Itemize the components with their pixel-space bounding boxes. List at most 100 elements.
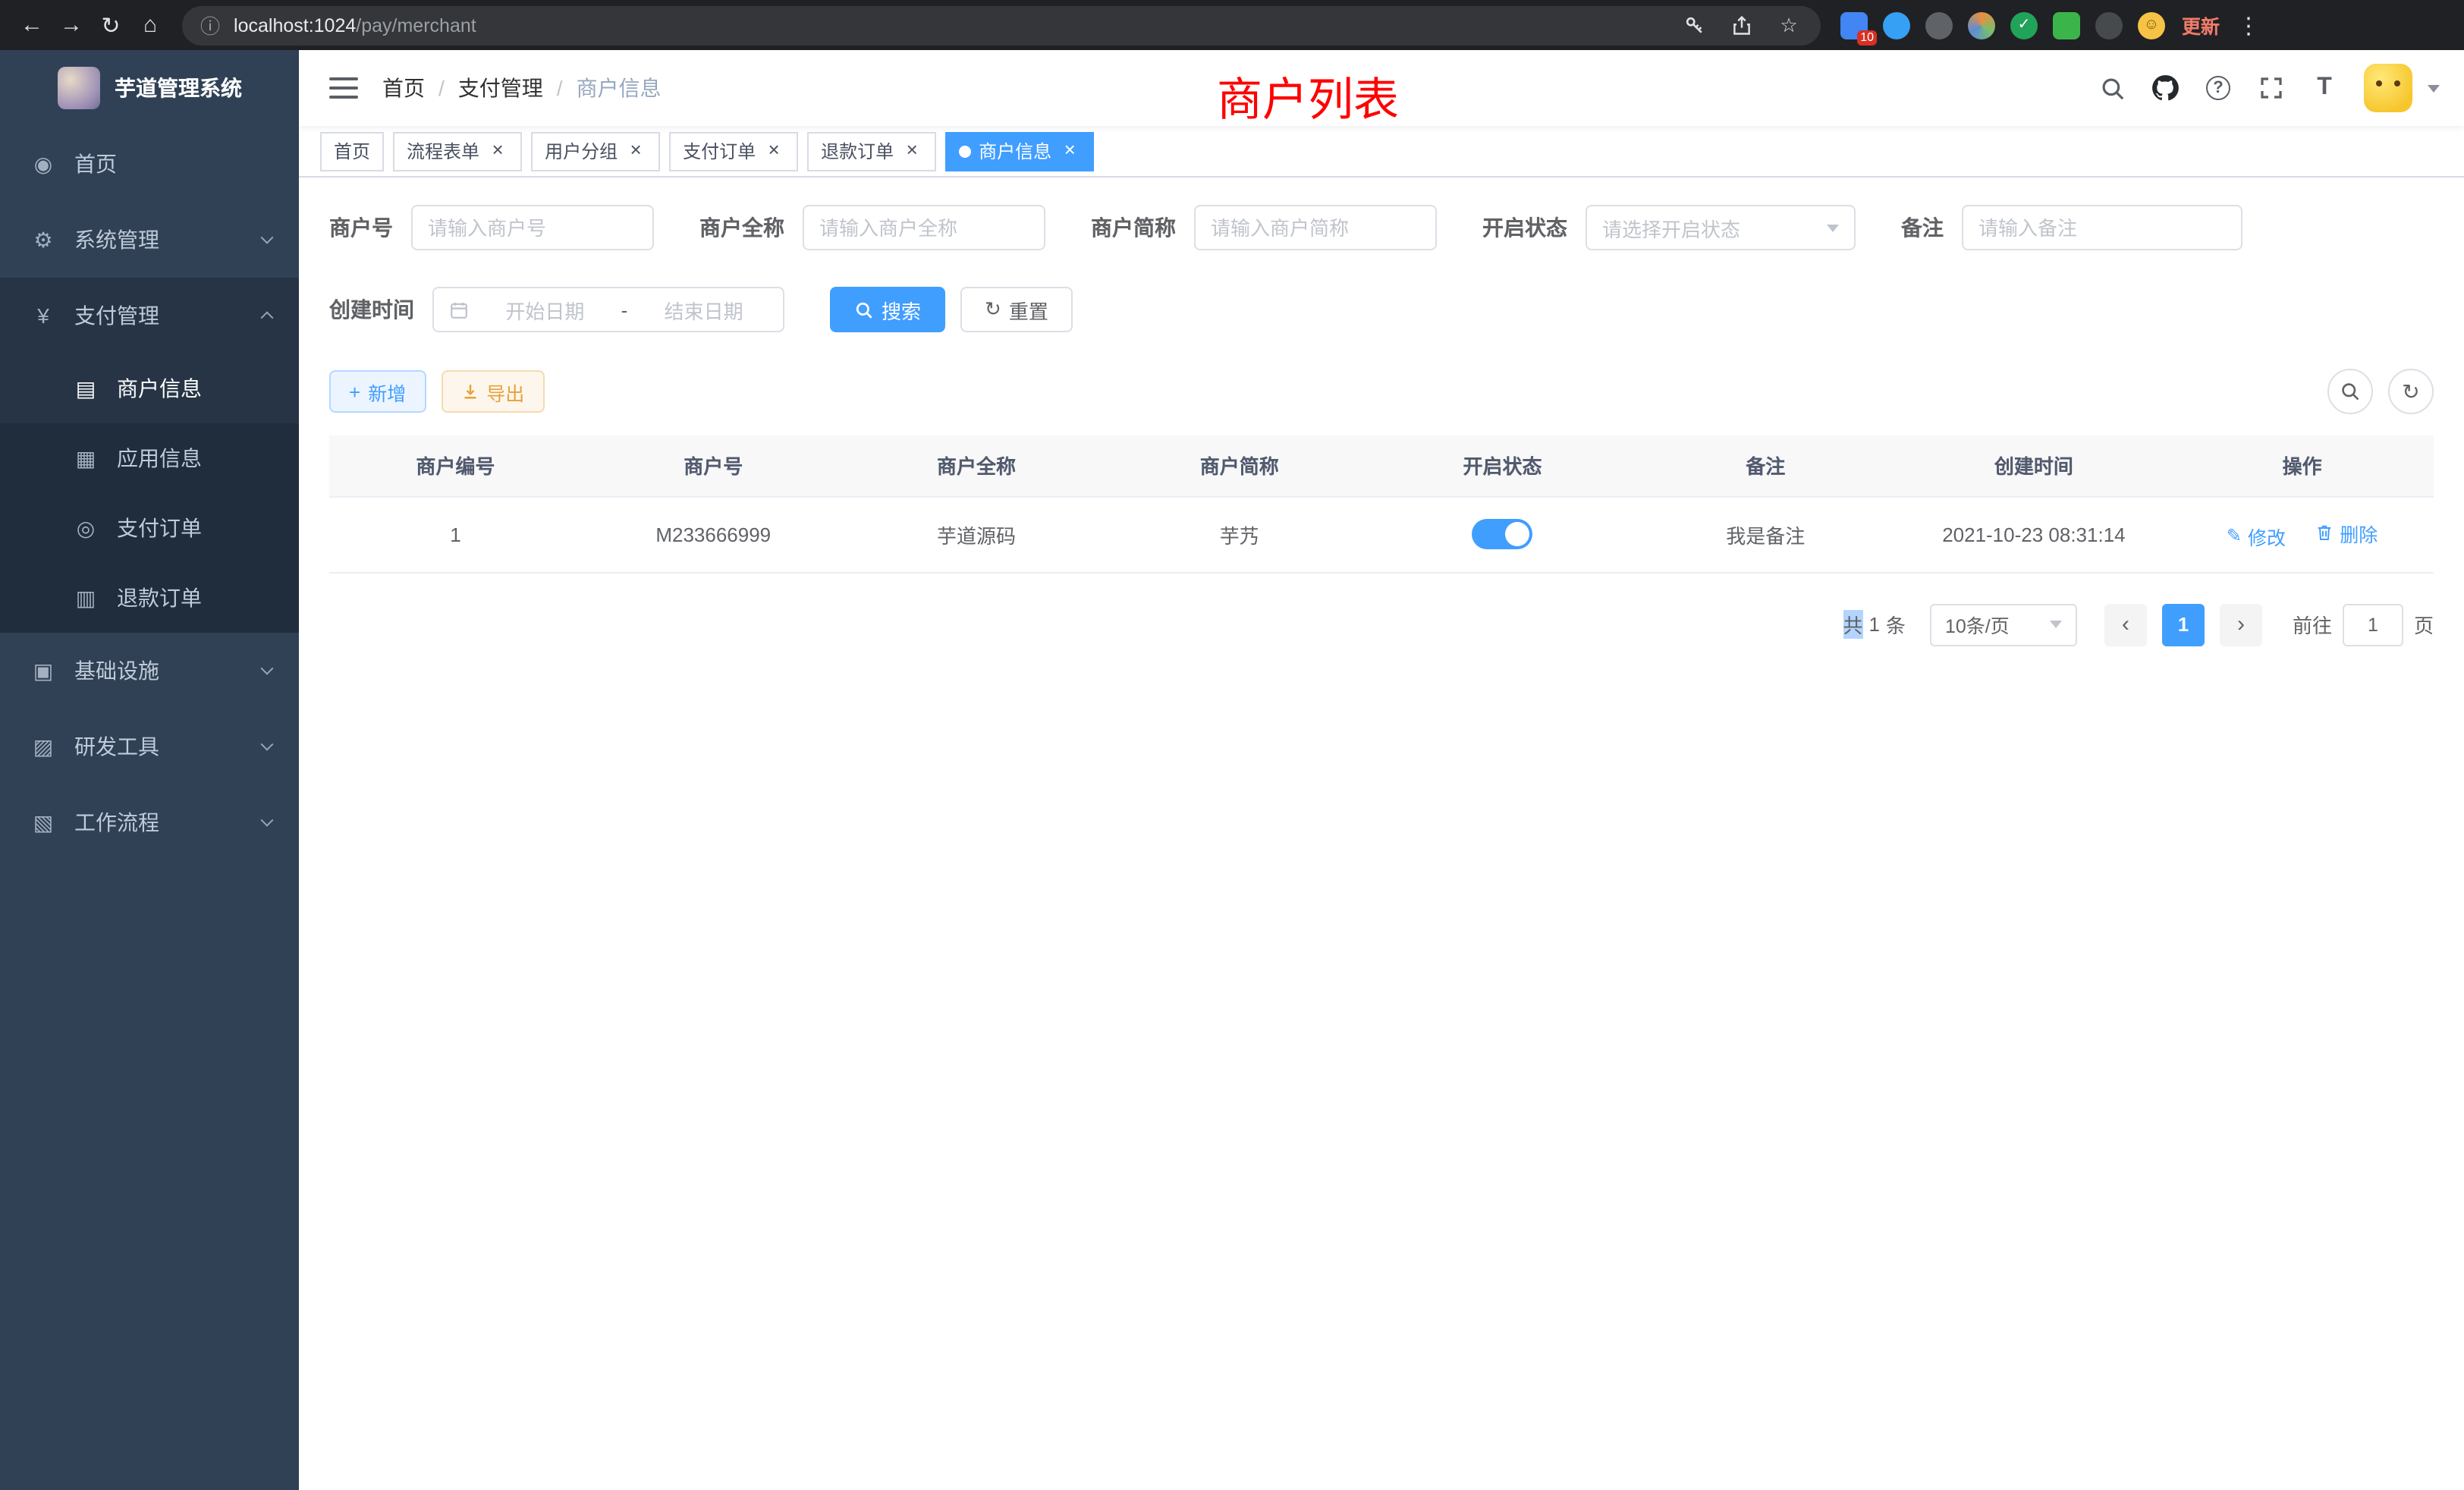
- extension-icon-1[interactable]: 10: [1840, 11, 1868, 39]
- close-icon[interactable]: ×: [763, 140, 784, 162]
- extension-icon-5[interactable]: [2053, 11, 2080, 39]
- page-1-button[interactable]: 1: [2162, 603, 2205, 646]
- address-bar[interactable]: ⓘ localhost:1024/pay/merchant ☆: [182, 5, 1821, 45]
- hamburger-icon[interactable]: [329, 77, 358, 99]
- sidebar-item-workflow[interactable]: ▧ 工作流程: [0, 784, 299, 860]
- tag-label: 支付订单: [683, 138, 756, 164]
- search-icon: [2340, 381, 2361, 402]
- close-icon[interactable]: ×: [901, 140, 922, 162]
- browser-menu-icon[interactable]: ⋮: [2229, 5, 2268, 45]
- status-toggle[interactable]: [1472, 519, 1533, 549]
- font-size-icon[interactable]: T: [2305, 68, 2344, 108]
- cell-status: [1371, 496, 1634, 572]
- sidebar-item-dev-tools[interactable]: ▨ 研发工具: [0, 709, 299, 784]
- refresh-icon: ↻: [2402, 379, 2419, 404]
- help-icon[interactable]: ?: [2198, 68, 2238, 108]
- export-button[interactable]: 导出: [441, 370, 544, 413]
- close-icon[interactable]: ×: [487, 140, 508, 162]
- pagination-total: 共 1 条: [1843, 610, 1906, 639]
- back-icon[interactable]: ←: [12, 5, 52, 45]
- sidebar-item-infrastructure[interactable]: ▣ 基础设施: [0, 633, 299, 709]
- delete-link[interactable]: 删除: [2315, 518, 2378, 547]
- extension-icon-3[interactable]: [1925, 11, 1953, 39]
- close-icon[interactable]: ×: [625, 140, 646, 162]
- short-name-input[interactable]: [1194, 205, 1437, 250]
- cell-actions: ✎修改 删除: [2170, 496, 2434, 572]
- navbar-actions: ? T: [2092, 64, 2440, 112]
- extension-icon-7[interactable]: ☺: [2138, 11, 2165, 39]
- search-button[interactable]: 搜索: [830, 287, 945, 332]
- chevron-down-icon: [261, 814, 274, 827]
- sidebar-item-app-info[interactable]: ▦ 应用信息: [0, 423, 299, 493]
- breadcrumb-separator: /: [438, 76, 445, 100]
- create-time-range-picker[interactable]: 开始日期 - 结束日期: [432, 287, 784, 332]
- tag-refund-order[interactable]: 退款订单×: [807, 131, 936, 171]
- extension-icon-6[interactable]: [2095, 11, 2123, 39]
- password-key-icon[interactable]: [1681, 11, 1708, 39]
- col-actions: 操作: [2170, 435, 2434, 496]
- start-date-input[interactable]: 开始日期: [481, 295, 609, 324]
- trash-icon: [2315, 523, 2334, 542]
- tag-process-form[interactable]: 流程表单 ×: [393, 131, 522, 171]
- chevron-down-icon: [1827, 224, 1839, 231]
- refresh-icon: ↻: [985, 297, 1001, 322]
- goto-page-input[interactable]: [2343, 603, 2403, 646]
- tag-pay-order[interactable]: 支付订单 ×: [669, 131, 798, 171]
- reset-button[interactable]: ↻ 重置: [960, 287, 1073, 332]
- tag-user-group[interactable]: 用户分组×: [531, 131, 660, 171]
- home-icon[interactable]: ⌂: [130, 5, 170, 45]
- fullscreen-icon[interactable]: [2252, 68, 2291, 108]
- gear-icon: ⚙: [30, 227, 56, 253]
- next-page-button[interactable]: ›: [2220, 603, 2262, 646]
- sidebar-item-pay-order[interactable]: ◎ 支付订单: [0, 493, 299, 563]
- sidebar-item-system[interactable]: ⚙ 系统管理: [0, 202, 299, 278]
- extension-icon-4[interactable]: ✓: [2010, 11, 2038, 39]
- avatar-caret-icon[interactable]: [2428, 84, 2440, 92]
- status-select-placeholder: 请选择开启状态: [1602, 213, 1740, 242]
- col-short-name: 商户简称: [1108, 435, 1371, 496]
- profile-avatar-icon[interactable]: [1968, 11, 1995, 39]
- breadcrumb-home[interactable]: 首页: [382, 73, 425, 103]
- sidebar-item-merchant-info[interactable]: ▤ 商户信息: [0, 354, 299, 423]
- site-info-icon[interactable]: ⓘ: [200, 11, 220, 39]
- refresh-table-button[interactable]: ↻: [2388, 369, 2434, 414]
- sidebar-item-refund-order[interactable]: ▥ 退款订单: [0, 563, 299, 633]
- share-icon[interactable]: [1728, 11, 1755, 39]
- sidebar-item-label: 支付订单: [117, 513, 272, 543]
- search-icon[interactable]: [2092, 68, 2132, 108]
- add-button[interactable]: + 新增: [329, 370, 426, 413]
- sidebar-item-payment[interactable]: ¥ 支付管理: [0, 278, 299, 354]
- tags-view: 首页 流程表单 × 用户分组× 支付订单 × 退款订单× 商户信息 ×: [299, 126, 2464, 178]
- toggle-search-button[interactable]: [2327, 369, 2373, 414]
- breadcrumb-payment[interactable]: 支付管理: [458, 73, 543, 103]
- edit-link[interactable]: ✎修改: [2227, 521, 2286, 550]
- github-icon[interactable]: [2145, 68, 2185, 108]
- tag-home[interactable]: 首页: [320, 131, 384, 171]
- user-avatar[interactable]: [2364, 64, 2412, 112]
- tag-label: 商户信息: [979, 138, 1051, 164]
- forward-icon[interactable]: →: [52, 5, 91, 45]
- browser-update-button[interactable]: 更新: [2182, 11, 2220, 39]
- bookmark-star-icon[interactable]: ☆: [1775, 11, 1802, 39]
- check-icon: ✓: [2010, 11, 2038, 39]
- end-date-input[interactable]: 结束日期: [640, 295, 768, 324]
- remark-input[interactable]: [1962, 205, 2242, 250]
- sidebar-item-home[interactable]: ◉ 首页: [0, 126, 299, 202]
- sidebar: 芋道管理系统 ◉ 首页 ⚙ 系统管理 ¥ 支付管理: [0, 50, 299, 1490]
- merchant-name-input[interactable]: [803, 205, 1045, 250]
- prev-page-button[interactable]: ‹: [2104, 603, 2147, 646]
- merchant-no-label: 商户号: [329, 212, 393, 243]
- sidebar-logo[interactable]: 芋道管理系统: [0, 50, 299, 126]
- search-button-label: 搜索: [882, 295, 921, 324]
- extension-icon-2[interactable]: [1883, 11, 1910, 39]
- close-icon[interactable]: ×: [1059, 140, 1080, 162]
- tag-label: 流程表单: [407, 138, 479, 164]
- tag-merchant-info[interactable]: 商户信息 ×: [945, 131, 1094, 171]
- reload-icon[interactable]: ↻: [91, 5, 130, 45]
- annotation-merchant-list: 商户列表: [1217, 62, 1399, 129]
- merchant-no-input[interactable]: [411, 205, 654, 250]
- status-select[interactable]: 请选择开启状态: [1586, 205, 1856, 250]
- cell-remark: 我是备注: [1634, 496, 1897, 572]
- cell-merchant-id: 1: [329, 496, 582, 572]
- page-size-select[interactable]: 10条/页: [1930, 603, 2077, 646]
